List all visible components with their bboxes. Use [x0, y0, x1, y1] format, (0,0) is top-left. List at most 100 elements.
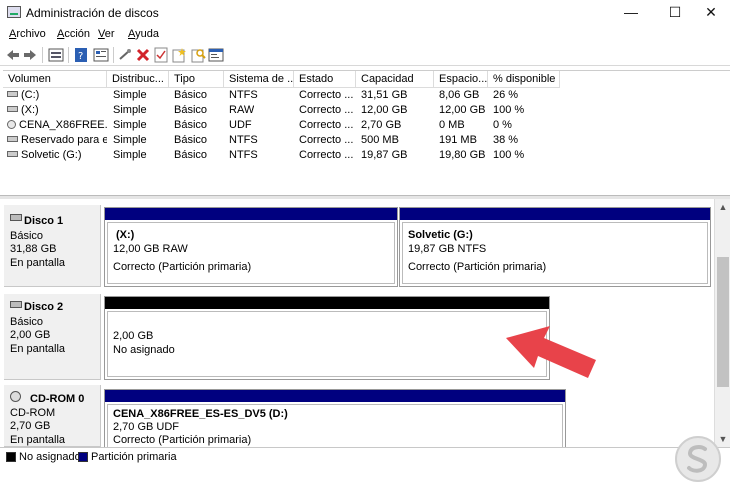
disk-view-icon[interactable] — [48, 47, 64, 63]
partition-name: Solvetic (G:) — [408, 229, 473, 241]
partition-status: No asignado — [113, 344, 175, 356]
disk-type: Básico — [10, 230, 44, 242]
column-header-tipo[interactable]: Tipo — [169, 71, 224, 88]
table-row[interactable]: CENA_X86FREE... Simple Básico UDF Correc… — [3, 118, 730, 133]
disk-type: Básico — [10, 316, 44, 328]
svg-text:?: ? — [78, 51, 83, 62]
cell-filesystem: RAW — [229, 104, 255, 116]
cell-percent-free: 0 % — [493, 119, 512, 131]
drive-icon — [7, 106, 18, 112]
column-header-distribucion[interactable]: Distribuc... — [107, 71, 169, 88]
cell-capacity: 2,70 GB — [361, 119, 402, 131]
cell-free-space: 12,00 GB — [439, 104, 486, 116]
table-row[interactable]: (X:) Simple Básico RAW Correcto ... 12,0… — [3, 103, 730, 118]
volume-name: (C:) — [21, 89, 40, 101]
partition-solvetic-g[interactable]: Solvetic (G:) 19,87 GB NTFS Correcto (Pa… — [399, 207, 711, 287]
drive-icon — [7, 91, 18, 97]
menu-ayuda[interactable]: Ayuda — [128, 28, 159, 40]
cell-filesystem: UDF — [229, 119, 252, 131]
cell-free-space: 191 MB — [439, 134, 477, 146]
cell-type: Básico — [174, 134, 208, 146]
cell-layout: Simple — [113, 134, 147, 146]
cell-filesystem: NTFS — [229, 134, 258, 146]
unallocated-bar — [105, 297, 549, 309]
solvetic-logo — [675, 436, 721, 482]
cell-capacity: 12,00 GB — [361, 104, 408, 116]
window-title: Administración de discos — [26, 6, 159, 20]
primary-partition-swatch — [78, 452, 88, 462]
cell-status: Correcto ... — [299, 149, 354, 161]
new-icon[interactable] — [171, 47, 187, 63]
vertical-scrollbar[interactable]: ▲ ▼ — [714, 199, 730, 447]
column-header-espacio[interactable]: Espacio... — [434, 71, 488, 88]
cell-capacity: 500 MB — [361, 134, 399, 146]
cell-layout: Simple — [113, 104, 147, 116]
column-header-estado[interactable]: Estado — [294, 71, 356, 88]
scroll-thumb[interactable] — [717, 257, 729, 387]
disk-name: Disco 1 — [24, 215, 64, 227]
menu-archivo[interactable]: Archivo — [9, 28, 46, 40]
cell-type: Básico — [174, 119, 208, 131]
checklist-icon[interactable] — [153, 47, 169, 63]
disk-2-label[interactable]: Disco 2 Básico 2,00 GB En pantalla — [4, 294, 101, 380]
delete-icon[interactable] — [135, 47, 151, 63]
table-row[interactable]: Solvetic (G:) Simple Básico NTFS Correct… — [3, 148, 730, 163]
search-icon[interactable] — [190, 47, 206, 63]
cell-layout: Simple — [113, 149, 147, 161]
disk-icon — [10, 214, 22, 221]
partition-x[interactable]: (X:) 12,00 GB RAW Correcto (Partición pr… — [104, 207, 398, 287]
properties-icon[interactable] — [93, 47, 109, 63]
disk-graphical-view: Disco 1 Básico 31,88 GB En pantalla (X:)… — [0, 199, 714, 447]
minimize-button[interactable]: — — [614, 0, 648, 26]
column-header-sistema[interactable]: Sistema de ... — [224, 71, 294, 88]
cell-percent-free: 100 % — [493, 104, 525, 116]
disk-1-label[interactable]: Disco 1 Básico 31,88 GB En pantalla — [4, 205, 101, 287]
partition-detail: 2,70 GB UDF — [113, 421, 180, 433]
forward-arrow-icon[interactable] — [22, 47, 38, 63]
cell-percent-free: 100 % — [493, 149, 525, 161]
cell-layout: Simple — [113, 119, 147, 131]
menu-bar: Archivo Acción Ver Ayuda — [0, 26, 730, 44]
toolbar-separator — [42, 47, 43, 63]
partition-status: Correcto (Partición primaria) — [408, 261, 547, 273]
disk-management-app-icon — [7, 6, 21, 18]
cell-layout: Simple — [113, 89, 147, 101]
primary-partition-bar — [105, 390, 565, 402]
legend-unallocated: No asignado — [19, 451, 81, 463]
disk-type: CD-ROM — [10, 407, 56, 419]
help-icon[interactable]: ? — [73, 47, 89, 63]
menu-ver[interactable]: Ver — [98, 28, 115, 40]
partition-cena-d[interactable]: CENA_X86FREE_ES-ES_DV5 (D:) 2,70 GB UDF … — [104, 389, 566, 447]
legend-bar: No asignado Partición primaria — [0, 447, 730, 484]
cell-status: Correcto ... — [299, 134, 354, 146]
connect-icon[interactable] — [117, 47, 133, 63]
back-arrow-icon[interactable] — [5, 47, 21, 63]
primary-partition-bar — [400, 208, 710, 220]
close-button[interactable]: ✕ — [694, 0, 728, 26]
partition-detail: 12,00 GB RAW — [113, 243, 188, 255]
partition-size: 2,00 GB — [113, 330, 154, 342]
menu-accion[interactable]: Acción — [57, 28, 90, 40]
red-arrow-annotation — [506, 326, 596, 378]
cell-status: Correcto ... — [299, 104, 354, 116]
partition-name: CENA_X86FREE_ES-ES_DV5 (D:) — [113, 408, 288, 420]
legend-primary: Partición primaria — [91, 451, 177, 463]
scroll-up-arrow-icon[interactable]: ▲ — [715, 199, 730, 215]
column-header-porcentaje[interactable]: % disponible — [488, 71, 560, 88]
title-bar: Administración de discos — ☐ ✕ — [0, 0, 730, 26]
disk-icon — [10, 301, 22, 308]
partition-unallocated[interactable]: 2,00 GB No asignado — [104, 296, 550, 380]
drive-icon — [7, 151, 18, 157]
maximize-button[interactable]: ☐ — [658, 0, 692, 26]
cell-percent-free: 38 % — [493, 134, 519, 146]
toolbar-separator — [68, 47, 69, 63]
table-row[interactable]: Reservado para el... Simple Básico NTFS … — [3, 133, 730, 148]
column-header-volumen[interactable]: Volumen — [3, 71, 107, 88]
cell-percent-free: 26 % — [493, 89, 519, 101]
table-row[interactable]: (C:) Simple Básico NTFS Correcto ... 31,… — [3, 88, 730, 103]
column-header-capacidad[interactable]: Capacidad — [356, 71, 434, 88]
console-icon[interactable] — [208, 47, 224, 63]
cell-status: Correcto ... — [299, 89, 354, 101]
cdrom-0-label[interactable]: CD-ROM 0 CD-ROM 2,70 GB En pantalla — [4, 385, 101, 447]
cell-type: Básico — [174, 89, 208, 101]
